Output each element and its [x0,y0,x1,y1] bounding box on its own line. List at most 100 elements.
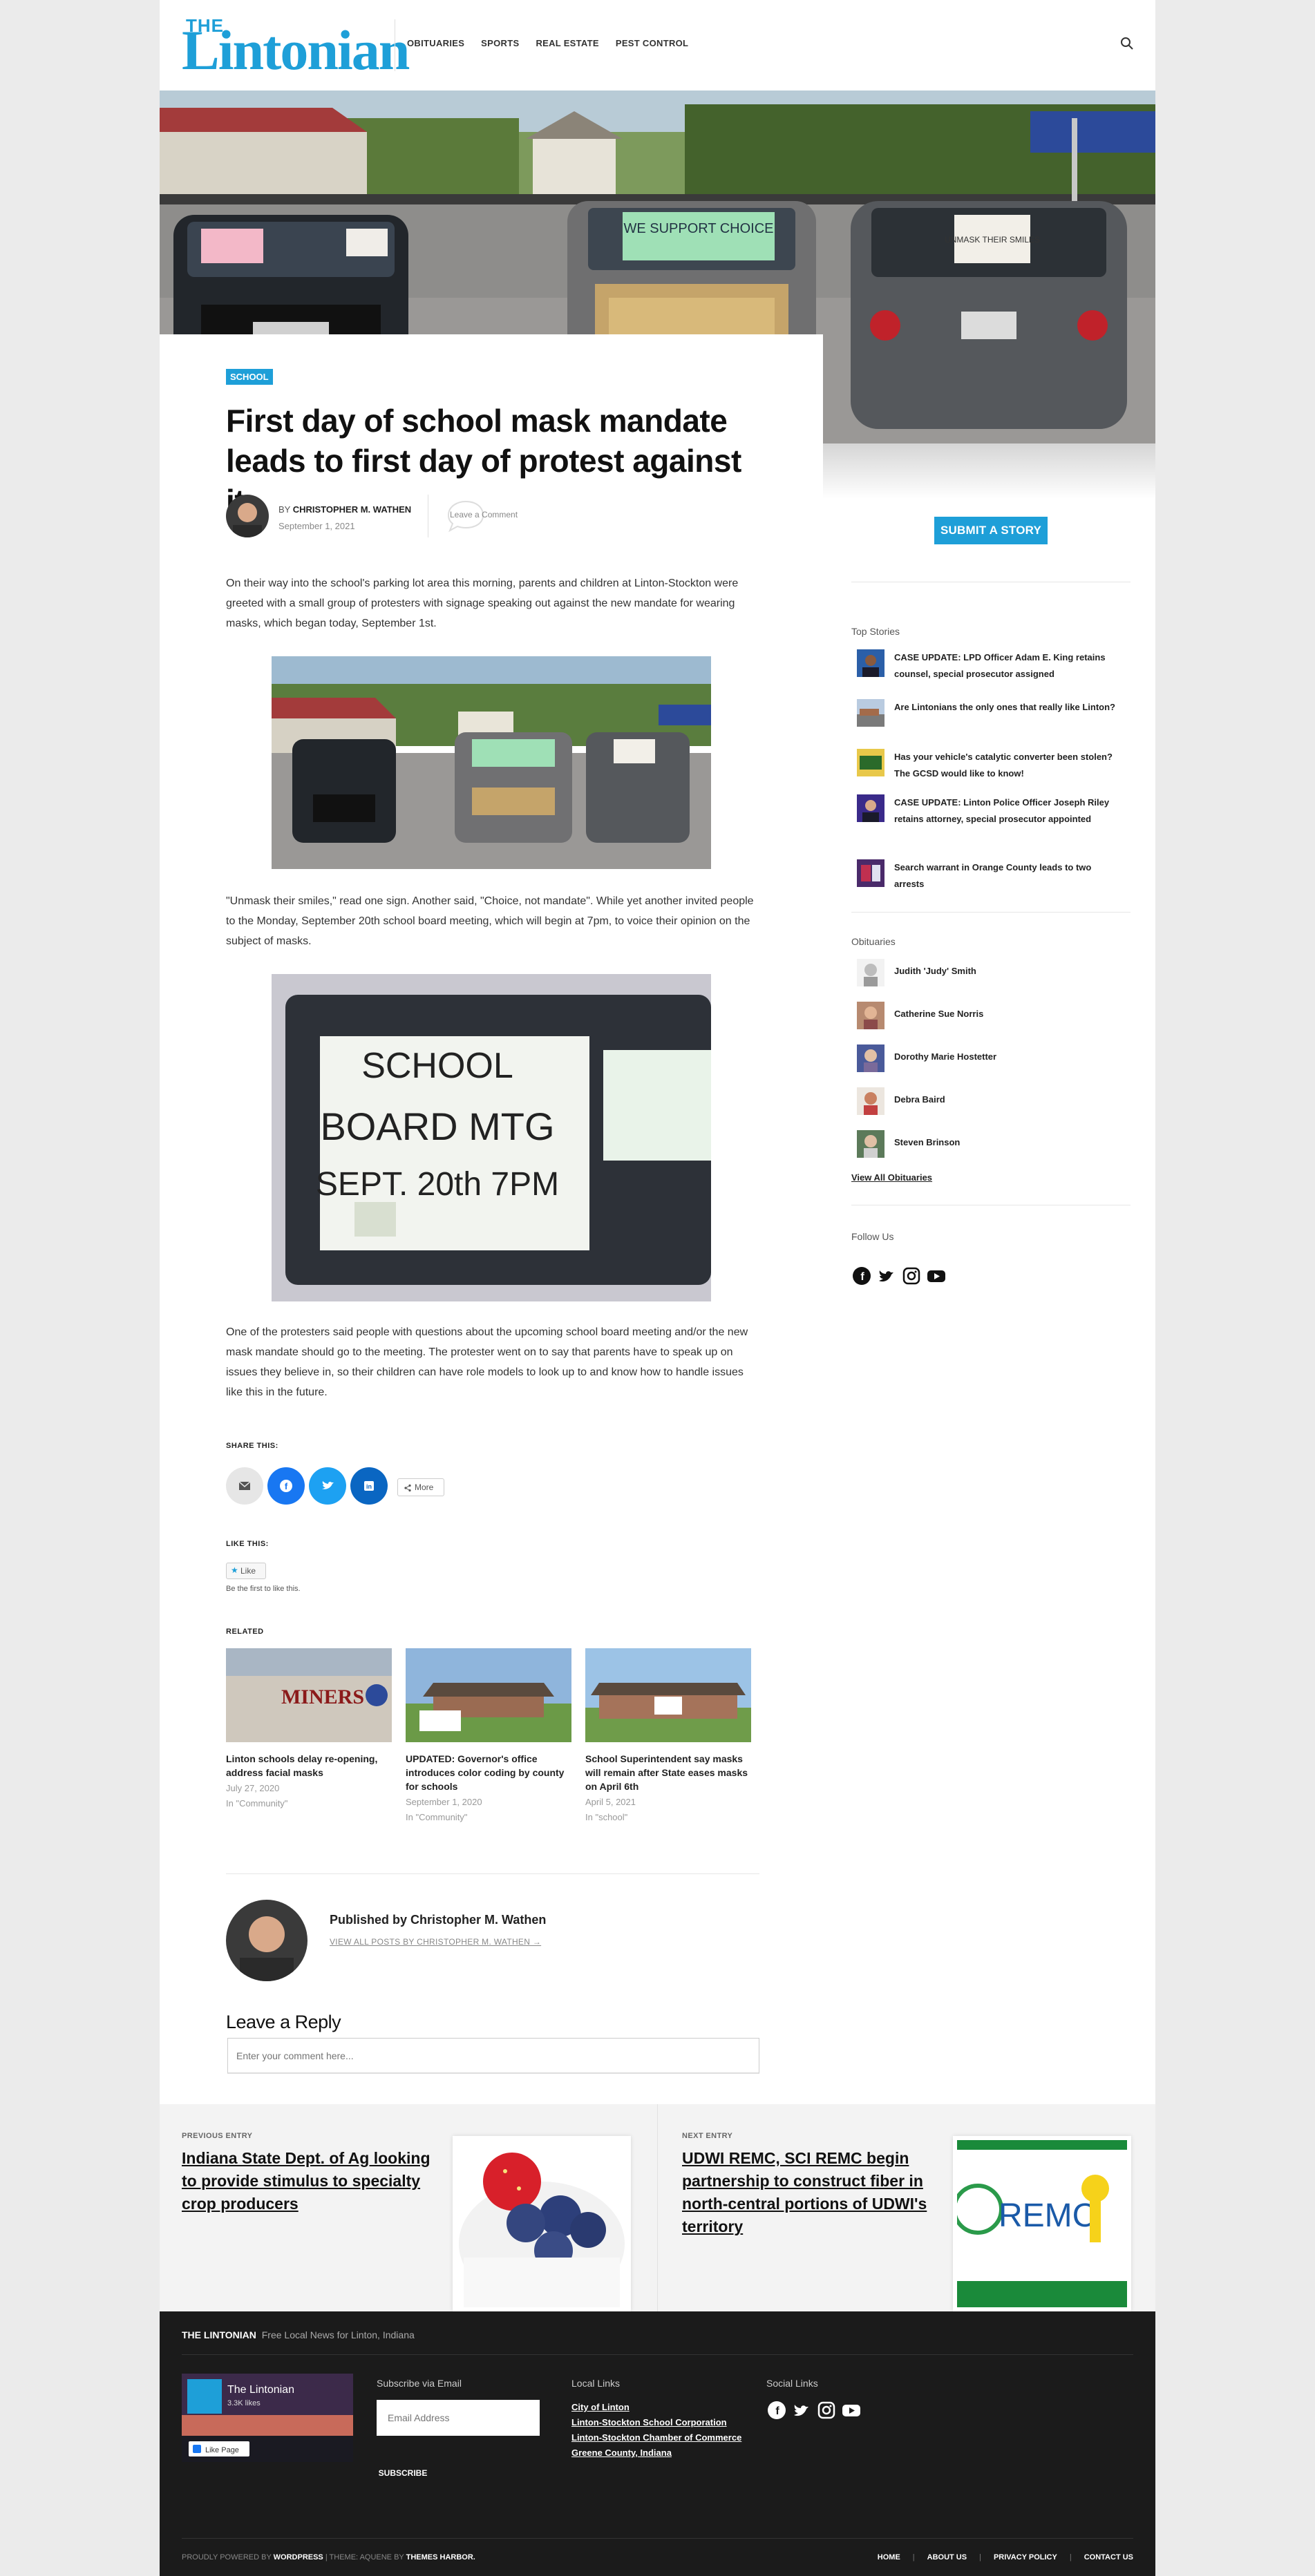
youtube-icon[interactable] [926,1266,947,1286]
paragraph: On their way into the school's parking l… [226,578,739,629]
obituary-thumbnail[interactable] [857,1087,884,1115]
more-label: More [415,1482,434,1492]
leave-comment-link[interactable]: Leave a Comment [444,499,530,533]
search-icon[interactable] [1119,36,1135,51]
story-thumbnail[interactable] [857,749,884,776]
related-thumbnail[interactable]: MINERS [226,1648,392,1742]
facebook-icon[interactable]: f [851,1266,872,1286]
share-more-button[interactable]: More [397,1478,444,1496]
view-all-posts-link[interactable]: VIEW ALL POSTS BY CHRISTOPHER M. WATHEN … [330,1937,541,1947]
next-entry-thumbnail[interactable]: REMC [953,2136,1131,2311]
story-thumbnail[interactable] [857,699,884,727]
nav-sports[interactable]: SPORTS [481,38,519,48]
local-link-school-corporation[interactable]: Linton-Stockton School Corporation [571,2415,751,2430]
top-story-item[interactable]: Are Lintonians the only ones that really… [857,699,1133,741]
footer-menu-about-us[interactable]: ABOUT US [927,2553,967,2561]
footer-menu-separator: | [1069,2553,1072,2561]
email-field[interactable] [377,2400,540,2436]
obituary-item[interactable]: Catherine Sue Norris [857,1002,1133,1032]
story-thumbnail[interactable] [857,794,884,822]
top-story-item[interactable]: CASE UPDATE: Linton Police Officer Josep… [857,794,1133,854]
footer-menu-contact-us[interactable]: CONTACT US [1084,2553,1133,2561]
site-logo[interactable]: THE Lintonian [182,12,410,79]
site-header: THE Lintonian OBITUARIES SPORTS REAL EST… [160,0,1155,90]
footer-menu-separator: | [979,2553,981,2561]
view-all-obituaries-link[interactable]: View All Obituaries [851,1172,932,1183]
youtube-icon[interactable] [841,2400,862,2421]
top-story-item[interactable]: Search warrant in Orange County leads to… [857,859,1133,901]
category-tag[interactable]: SCHOOL [226,369,273,385]
author-name-link[interactable]: CHRISTOPHER M. WATHEN [293,504,411,515]
obituary-thumbnail[interactable] [857,959,884,986]
fb-like-page-button[interactable]: Like Page [205,2446,239,2454]
wordpress-link[interactable]: WORDPRESS [274,2553,323,2561]
twitter-icon[interactable] [791,2400,812,2421]
footer-menu-home[interactable]: HOME [878,2553,900,2561]
previous-entry-link[interactable]: Indiana State Dept. of Ag looking to pro… [182,2147,431,2215]
next-entry-link[interactable]: UDWI REMC, SCI REMC begin partnership to… [682,2147,931,2238]
share-icon [404,1484,411,1492]
email-icon [238,1481,251,1490]
facebook-icon[interactable]: f [766,2400,787,2421]
twitter-icon[interactable] [876,1266,897,1286]
related-post[interactable]: School Superintendent say masks will rem… [585,1648,751,1824]
article-image-school-board-sign[interactable]: SCHOOL BOARD MTG SEPT. 20th 7PM [272,974,711,1301]
obituary-item[interactable]: Judith 'Judy' Smith [857,959,1133,989]
instagram-icon[interactable] [901,1266,922,1286]
article-image-parked-cars[interactable] [272,656,711,869]
subscribe-heading: Subscribe via Email [377,2378,462,2389]
author-box-avatar[interactable] [226,1900,308,1981]
linkedin-icon: in [364,1481,374,1491]
top-stories-heading: Top Stories [851,626,900,637]
nav-pest-control[interactable]: PEST CONTROL [616,38,688,48]
comment-input[interactable] [228,2039,759,2072]
obituary-thumbnail[interactable] [857,1130,884,1158]
follow-social-links: f [851,1266,947,1286]
themes-harbor-link[interactable]: THEMES HARBOR. [406,2553,475,2561]
related-thumbnail[interactable] [585,1648,751,1742]
related-thumbnail[interactable] [406,1648,571,1742]
submit-story-button[interactable]: SUBMIT A STORY [934,517,1048,544]
nav-obituaries[interactable]: OBITUARIES [407,38,464,48]
local-link-city-of-linton[interactable]: City of Linton [571,2400,751,2415]
related-post[interactable]: MINERS Linton schools delay re-opening, … [226,1648,392,1810]
share-email-button[interactable] [226,1467,263,1505]
story-thumbnail[interactable] [857,859,884,887]
local-link-greene-county[interactable]: Greene County, Indiana [571,2445,751,2461]
top-story-item[interactable]: CASE UPDATE: LPD Officer Adam E. King re… [857,649,1133,691]
related-post[interactable]: UPDATED: Governor's office introduces co… [406,1648,571,1824]
subscribe-button[interactable]: SUBSCRIBE [377,2463,429,2483]
instagram-icon[interactable] [816,2400,837,2421]
like-button[interactable]: ★ Like [226,1563,266,1579]
obituary-item[interactable]: Debra Baird [857,1087,1133,1118]
obituary-thumbnail[interactable] [857,1044,884,1072]
sign-line-school: SCHOOL [361,1046,513,1086]
local-link-chamber-of-commerce[interactable]: Linton-Stockton Chamber of Commerce [571,2430,751,2445]
share-facebook-button[interactable]: f [267,1467,305,1505]
footer-site-name[interactable]: THE LINTONIAN [182,2329,256,2340]
share-label: SHARE THIS: [226,1442,278,1450]
twitter-icon [322,1481,334,1489]
sign-line-date: SEPT. 20th 7PM [316,1166,559,1203]
powered-by: PROUDLY POWERED BY WORDPRESS | THEME: AQ… [182,2553,475,2561]
like-button-label: Like [240,1566,256,1576]
obituary-name: Judith 'Judy' Smith [894,966,976,976]
obituary-name: Steven Brinson [894,1137,961,1147]
facebook-page-widget[interactable]: The Lintonian 3.3K likes Like Page [182,2374,353,2462]
share-linkedin-button[interactable]: in [350,1467,388,1505]
obituaries-heading: Obituaries [851,936,896,947]
story-thumbnail[interactable] [857,649,884,677]
author-avatar[interactable] [226,495,269,537]
fb-follower-count: 3.3K likes [227,2399,261,2407]
obituary-item[interactable]: Steven Brinson [857,1130,1133,1161]
nav-real-estate[interactable]: REAL ESTATE [536,38,598,48]
footer-menu-privacy-policy[interactable]: PRIVACY POLICY [994,2553,1057,2561]
previous-entry-thumbnail[interactable] [453,2136,631,2311]
share-twitter-button[interactable] [309,1467,346,1505]
obituary-item[interactable]: Dorothy Marie Hostetter [857,1044,1133,1075]
paragraph: "Unmask their smiles," read one sign. An… [226,895,754,947]
footer-divider [182,2354,1133,2355]
top-story-item[interactable]: Has your vehicle's catalytic converter b… [857,749,1133,790]
obituary-thumbnail[interactable] [857,1002,884,1029]
footer-menu-separator: | [912,2553,915,2561]
